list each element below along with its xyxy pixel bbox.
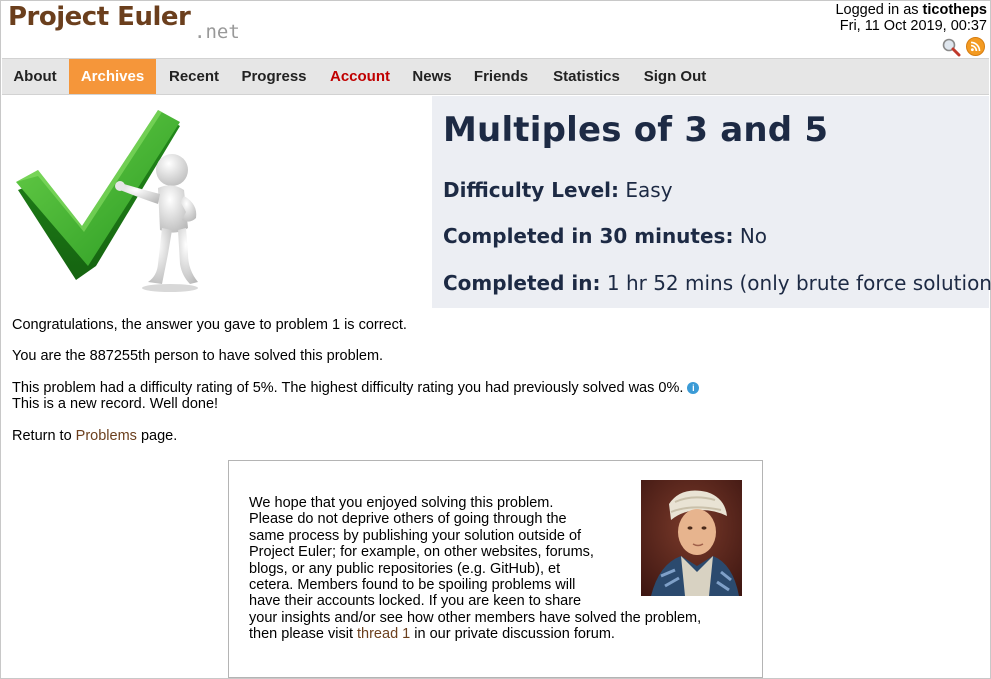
thread-link[interactable]: thread 1 <box>357 626 410 642</box>
difficulty-label: Difficulty Level <box>443 178 612 202</box>
problem-summary-card: Multiples of 3 and 5 Difficulty Level: E… <box>432 96 991 308</box>
record-message: This is a new record. Well done! <box>12 396 219 412</box>
completed-in-label: Completed in <box>443 271 593 295</box>
nav-about[interactable]: About <box>2 59 68 94</box>
rss-icon[interactable] <box>966 37 985 56</box>
notice-line-last: then please visit thread 1 in our privat… <box>249 626 719 642</box>
info-icon[interactable]: i <box>687 382 700 394</box>
return-prefix: Return to <box>12 428 76 444</box>
thread-suffix: in our private discussion forum. <box>410 626 615 643</box>
logo-net-text: .net <box>194 21 240 43</box>
difficulty-level: Difficulty Level: Easy <box>443 178 673 202</box>
spoiler-notice-box: We hope that you enjoyed solving this pr… <box>228 460 763 678</box>
problem-title: Multiples of 3 and 5 <box>443 110 829 150</box>
difficulty-value: Easy <box>625 178 673 202</box>
completed-in: Completed in: 1 hr 52 mins (only brute f… <box>443 271 991 295</box>
difficulty-text: This problem had a difficulty rating of … <box>12 380 684 396</box>
current-datetime: Fri, 11 Oct 2019, 00:37 <box>839 18 987 34</box>
congrats-message: Congratulations, the answer you gave to … <box>12 317 407 333</box>
logo-text: Project Euler <box>8 2 191 32</box>
login-status: Logged in as ticotheps <box>835 2 987 18</box>
nav-news[interactable]: News <box>404 59 460 94</box>
nav-account[interactable]: Account <box>320 59 400 94</box>
difficulty-message: This problem had a difficulty rating of … <box>12 380 700 396</box>
completed-30-label: Completed in 30 minutes <box>443 224 726 248</box>
nav-progress[interactable]: Progress <box>232 59 316 94</box>
completed-30-value: No <box>739 224 768 248</box>
return-message: Return to Problems page. <box>12 428 177 444</box>
nav-friends[interactable]: Friends <box>466 59 536 94</box>
username: ticotheps <box>922 2 987 18</box>
return-suffix: page. <box>136 428 178 444</box>
completed-in-value: 1 hr 52 mins (only brute force solution) <box>606 271 991 295</box>
main-nav: About Archives Recent Progress Account N… <box>2 58 989 95</box>
nav-recent[interactable]: Recent <box>158 59 230 94</box>
nav-statistics[interactable]: Statistics <box>543 59 630 94</box>
login-info: Logged in as ticotheps Fri, 11 Oct 2019,… <box>835 2 987 34</box>
login-prefix: Logged in as <box>835 2 923 18</box>
solver-rank-message: You are the 887255th person to have solv… <box>12 348 384 364</box>
search-icon[interactable] <box>941 37 961 57</box>
notice-line: your insights and/or see how other membe… <box>249 609 702 626</box>
problems-link[interactable]: Problems <box>76 428 137 444</box>
nav-sign-out[interactable]: Sign Out <box>636 59 714 94</box>
completed-30-min: Completed in 30 minutes: No <box>443 224 768 248</box>
checkmark-figure-icon <box>16 110 198 292</box>
euler-portrait-icon <box>641 480 742 596</box>
thread-prefix: then please visit <box>249 626 358 643</box>
nav-archives[interactable]: Archives <box>69 59 156 94</box>
